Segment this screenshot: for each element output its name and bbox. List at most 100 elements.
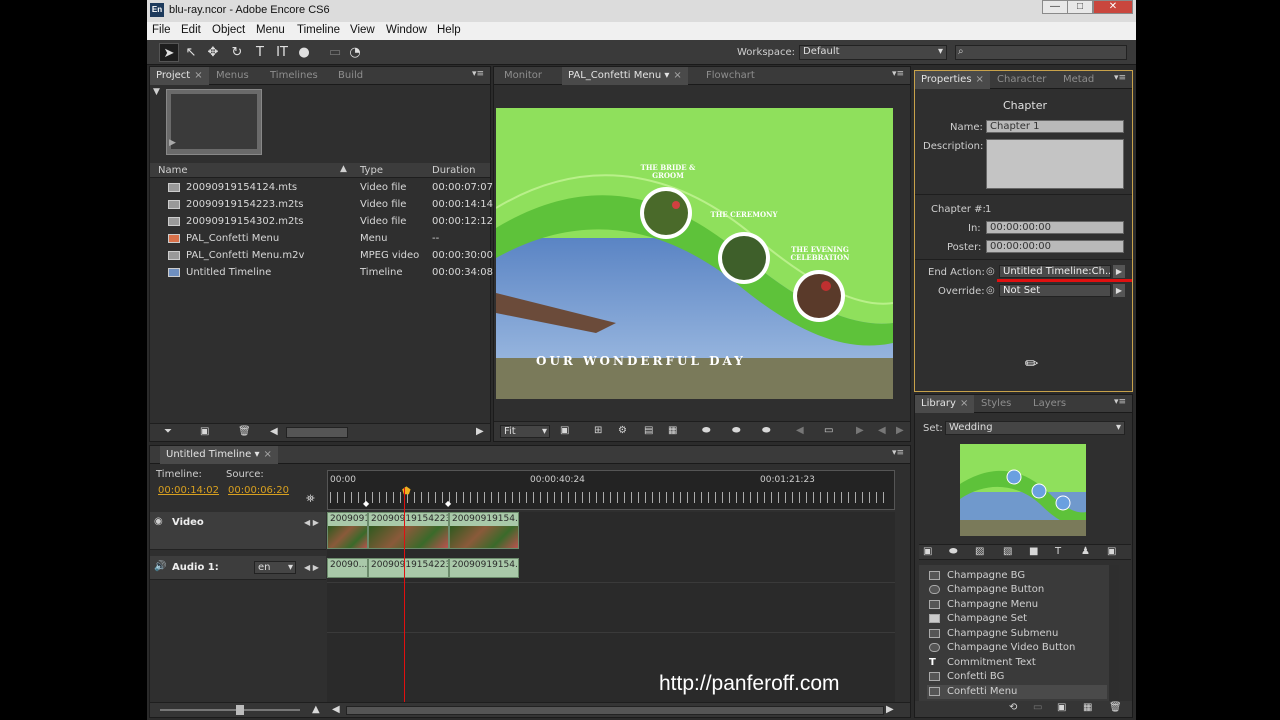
minimize-button[interactable]: — (1042, 0, 1068, 14)
move-tool-icon[interactable]: ✥ (203, 43, 223, 62)
subpicture-icon[interactable]: ▤ (644, 425, 653, 436)
tab-styles[interactable]: Styles (975, 395, 1017, 413)
place-icon[interactable]: ▭ (1033, 702, 1042, 713)
tab-monitor[interactable]: Monitor (498, 67, 548, 85)
panel-menu-icon[interactable]: ▾≡ (472, 69, 484, 79)
list-item[interactable]: Confetti Menu (927, 685, 1107, 699)
zoom-in-icon[interactable]: ▲ (312, 704, 320, 715)
new-set-icon[interactable]: ▦ (1083, 702, 1092, 713)
horizontal-scrollbar[interactable] (286, 427, 348, 438)
audio-language-select[interactable]: en ▾ (254, 561, 296, 574)
video-clip[interactable]: 20090919154... (327, 512, 368, 549)
poster-field[interactable]: 00:00:00:00 (986, 240, 1124, 253)
table-row[interactable]: PAL_Confetti Menu.m2v MPEG video 00:00:3… (150, 247, 493, 264)
replace-icon[interactable]: ⟲ (1009, 702, 1017, 713)
close-icon[interactable]: × (673, 70, 681, 81)
zoom-tool-icon[interactable]: ● (294, 43, 314, 62)
chevron-down-icon[interactable]: ▾ (664, 70, 669, 81)
tab-layers[interactable]: Layers (1027, 395, 1072, 413)
highlight-normal-icon[interactable]: ⬬ (702, 425, 711, 436)
tab-character[interactable]: Character (991, 71, 1052, 89)
tab-library[interactable]: Library × (915, 395, 975, 413)
highlight-activated-icon[interactable]: ⬬ (762, 425, 771, 436)
workspace-select[interactable]: Default ▾ (799, 45, 947, 60)
col-type[interactable]: Type (360, 165, 383, 176)
video-clip[interactable]: 20090919154... (449, 512, 519, 549)
image-filter-icon[interactable]: ▨ (975, 546, 984, 557)
add-button-icon[interactable]: ▦ (668, 425, 677, 436)
zoom-slider[interactable] (160, 709, 300, 711)
speaker-icon[interactable]: 🔊 (154, 561, 166, 572)
close-icon[interactable]: × (263, 449, 271, 460)
close-button[interactable]: ✕ (1093, 0, 1133, 14)
menu-button-text-3[interactable]: THE EVENING CELEBRATION (780, 246, 860, 262)
tab-build[interactable]: Build (332, 67, 369, 85)
menu-window[interactable]: Window (386, 24, 427, 36)
chevron-down-icon[interactable]: ▾ (254, 449, 259, 460)
scroll-right-icon[interactable]: ▶ (886, 704, 894, 715)
panel-menu-icon[interactable]: ▾≡ (1114, 397, 1126, 407)
next-icon[interactable]: ▶ (856, 425, 864, 436)
routing-icon[interactable]: ⚙ (618, 425, 627, 436)
rotate-tool-icon[interactable]: ↻ (227, 43, 247, 62)
trash-icon[interactable]: 🗑 (1109, 702, 1122, 713)
text-tool-icon[interactable]: T (250, 43, 270, 62)
list-item[interactable]: Champagne Video Button (927, 641, 1107, 655)
name-field[interactable]: Chapter 1 (986, 120, 1124, 133)
tab-pal-confetti-menu[interactable]: PAL_Confetti Menu ▾ × (562, 67, 688, 85)
video-filter-icon[interactable]: ▣ (1107, 546, 1116, 557)
tab-untitled-timeline[interactable]: Untitled Timeline ▾ × (160, 446, 278, 464)
shape-filter-icon[interactable]: ♟ (1081, 546, 1090, 557)
menu-button-text-2[interactable]: THE CEREMONY (706, 210, 782, 219)
source-timecode[interactable]: 00:00:06:20 (228, 485, 289, 496)
eye-icon[interactable]: ◉ (154, 516, 163, 527)
description-field[interactable] (986, 139, 1124, 189)
prev-marker-icon[interactable]: ◀ ▶ (304, 518, 319, 527)
table-row[interactable]: PAL_Confetti Menu Menu -- (150, 230, 488, 247)
preview-icon[interactable]: ▭ (325, 43, 345, 62)
tab-timelines[interactable]: Timelines (264, 67, 324, 85)
scroll-left-icon[interactable]: ◀ (270, 426, 278, 437)
set-filter-icon[interactable]: ■ (1029, 546, 1038, 557)
show-buttons-icon[interactable]: ⊞ (594, 425, 602, 436)
selection-tool-icon[interactable]: ➤ (159, 43, 179, 62)
direct-select-tool-icon[interactable]: ↖ (181, 43, 201, 62)
table-row[interactable]: 20090919154302.m2ts Video file 00:00:12:… (150, 213, 493, 230)
tab-metadata[interactable]: Metad (1057, 71, 1100, 89)
collapse-triangle-icon[interactable]: ▼ (153, 87, 160, 97)
prev-icon[interactable]: ◀ (796, 425, 804, 436)
menu-edit[interactable]: Edit (181, 24, 201, 36)
close-icon[interactable]: × (976, 74, 984, 85)
preview-screen-icon[interactable]: ▭ (824, 425, 833, 436)
scroll-right-icon[interactable]: ▶ (476, 426, 484, 437)
timeline-ruler[interactable]: 00:00 00:00:40:24 00:01:21:23 ◆ ◆ ⬟ (327, 470, 895, 510)
audio-clip[interactable]: 20090919154223... (368, 558, 449, 578)
table-row[interactable]: Untitled Timeline Timeline 00:00:34:08 (150, 264, 493, 281)
list-item[interactable]: Champagne Menu (927, 598, 1107, 612)
menu-timeline[interactable]: Timeline (297, 24, 340, 36)
menu-help[interactable]: Help (437, 24, 461, 36)
close-icon[interactable]: × (960, 398, 968, 409)
maximize-button[interactable]: □ (1067, 0, 1093, 14)
table-row[interactable]: 20090919154223.m2ts Video file 00:00:14:… (150, 196, 493, 213)
list-item[interactable]: Champagne Submenu (927, 627, 1107, 641)
filter-icon[interactable]: ⏷ (164, 426, 172, 437)
timeline-timecode[interactable]: 00:00:14:02 (158, 485, 219, 496)
menu-view[interactable]: View (350, 24, 375, 36)
override-select[interactable]: Not Set (999, 284, 1111, 297)
menu-button-text-1[interactable]: THE BRIDE & GROOM (628, 164, 708, 180)
add-chapter-icon[interactable]: ⛯ (306, 492, 315, 506)
prev-marker-icon[interactable]: ◀ ▶ (304, 563, 319, 572)
new-item-icon[interactable]: ▣ (200, 426, 209, 437)
zoom-select[interactable]: Fit ▾ (500, 425, 550, 438)
menu-filter-icon[interactable]: ▧ (1003, 546, 1012, 557)
play-icon[interactable]: ▶ (169, 138, 176, 148)
audio-clip[interactable]: 20090919154... (449, 558, 519, 578)
list-item[interactable]: Confetti BG (927, 670, 1107, 684)
chevron-right-icon[interactable]: ▶ (1113, 284, 1125, 297)
in-field[interactable]: 00:00:00:00 (986, 221, 1124, 234)
video-clip[interactable]: 20090919154223... (368, 512, 449, 549)
pickwhip-icon[interactable]: ◎ (986, 266, 995, 277)
list-item[interactable]: Champagne Button (927, 583, 1107, 597)
list-item[interactable]: Champagne BG (927, 569, 1107, 583)
